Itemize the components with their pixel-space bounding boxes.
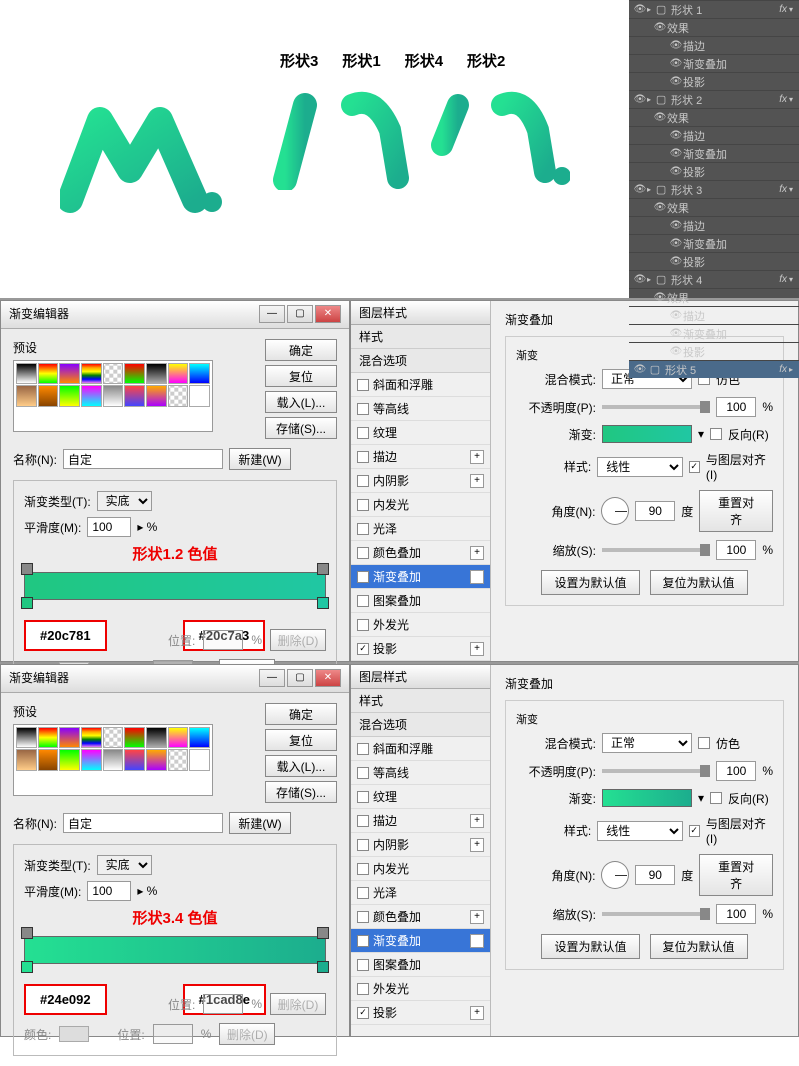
shape-layer-icon: ▢ [653, 3, 669, 17]
shape-label-3: 形状3 [280, 50, 318, 71]
layer-shape1[interactable]: 👁 ▸ ▢ 形状 1 fx▾ [629, 0, 799, 18]
layer-shape4[interactable]: 👁▸▢ 形状 4 fx▾ [629, 270, 799, 288]
style-outer-glow[interactable]: 外发光 [351, 613, 490, 637]
load-button[interactable]: 载入(L)... [265, 391, 337, 413]
effect-stroke[interactable]: 👁描边 [629, 36, 799, 54]
style-texture[interactable]: 纹理 [351, 421, 490, 445]
scale-input[interactable] [716, 540, 756, 560]
style-satin[interactable]: 光泽 [351, 517, 490, 541]
shape-label-4: 形状4 [405, 50, 443, 71]
layer-style-dialog-2: 图层样式 样式 混合选项 斜面和浮雕 等高线 纹理 描边+ 内阴影+ 内发光 光… [350, 664, 799, 1037]
preset-swatches[interactable] [13, 360, 213, 432]
type-select[interactable]: 实底 [97, 855, 152, 875]
blend-header[interactable]: 混合选项 [351, 349, 490, 373]
dialog-titlebar[interactable]: 渐变编辑器 — ▢ ✕ [1, 301, 349, 329]
gradient-bar[interactable] [24, 936, 326, 964]
dialog-titlebar[interactable]: 渐变编辑器 — ▢ ✕ [1, 665, 349, 693]
color-value-1: #20c781 [24, 620, 107, 651]
new-button[interactable]: 新建(W) [229, 448, 291, 470]
logo-m-shape [60, 90, 230, 220]
opacity-input[interactable] [716, 397, 756, 417]
new-button[interactable]: 新建(W) [229, 812, 291, 834]
layers-panel[interactable]: 👁 ▸ ▢ 形状 1 fx▾ 👁效果 👁描边 👁渐变叠加 👁投影 👁▸▢ 形状 … [629, 0, 799, 298]
color-swatch[interactable] [59, 1026, 89, 1042]
style-inner-shadow[interactable]: 内阴影+ [351, 469, 490, 493]
save-button[interactable]: 存储(S)... [265, 417, 337, 439]
annotation-text: 形状3.4 色值 [24, 907, 326, 928]
visibility-icon[interactable]: 👁 [633, 4, 647, 15]
style-color-overlay[interactable]: 颜色叠加+ [351, 541, 490, 565]
align-checkbox[interactable]: ✓ [689, 461, 700, 473]
load-button[interactable]: 载入(L)... [265, 755, 337, 777]
gradient-preview[interactable] [602, 425, 692, 443]
angle-input[interactable] [635, 501, 675, 521]
smooth-input[interactable] [87, 881, 131, 901]
decomposed-shapes [270, 90, 570, 190]
shape-label-2: 形状2 [467, 50, 505, 71]
save-button[interactable]: 存储(S)... [265, 781, 337, 803]
style-list: 图层样式 样式 混合选项 斜面和浮雕 等高线 纹理 描边+ 内阴影+ 内发光 光… [351, 301, 491, 661]
layer-shape2[interactable]: 👁▸▢ 形状 2 fx▾ [629, 90, 799, 108]
opacity-slider[interactable] [602, 405, 710, 409]
name-input[interactable] [63, 449, 223, 469]
layer-shape5-selected[interactable]: 👁▢ 形状 5 fx▸ [629, 360, 799, 378]
delete-button[interactable]: 删除(D) [270, 629, 326, 651]
effect-gradient[interactable]: 👁渐变叠加 [629, 54, 799, 72]
style-select[interactable]: 线性 [597, 457, 682, 477]
logo-canvas: 形状3 形状1 形状4 形状2 [0, 0, 629, 298]
reset-default-button[interactable]: 复位为默认值 [650, 570, 748, 595]
smooth-input[interactable] [87, 517, 131, 537]
style-gradient-overlay[interactable]: ✓渐变叠加+ [351, 565, 490, 589]
style-pattern-overlay[interactable]: 图案叠加 [351, 589, 490, 613]
reverse-checkbox[interactable] [710, 428, 722, 440]
color-value-1: #24e092 [24, 984, 107, 1015]
close-button[interactable]: ✕ [315, 305, 341, 323]
style-contour[interactable]: 等高线 [351, 397, 490, 421]
effect-shadow[interactable]: 👁投影 [629, 72, 799, 90]
type-select[interactable]: 实底 [97, 491, 152, 511]
style-inner-glow[interactable]: 内发光 [351, 493, 490, 517]
gradient-editor-dialog-2: 渐变编辑器 — ▢ ✕ 预设 ⚙ 确定 复位 载入(L)... 存储(S)... [0, 664, 350, 1037]
annotation-text: 形状1.2 色值 [24, 543, 326, 564]
minimize-button[interactable]: — [259, 305, 285, 323]
cancel-button[interactable]: 复位 [265, 365, 337, 387]
scale-slider[interactable] [602, 548, 710, 552]
preset-label: 预设 [13, 339, 37, 356]
ok-button[interactable]: 确定 [265, 703, 337, 725]
style-stroke[interactable]: 描边+ [351, 445, 490, 469]
layer-shape3[interactable]: 👁▸▢ 形状 3 fx▾ [629, 180, 799, 198]
shape-label-1: 形状1 [342, 50, 380, 71]
name-input[interactable] [63, 813, 223, 833]
ok-button[interactable]: 确定 [265, 339, 337, 361]
maximize-button[interactable]: ▢ [287, 669, 313, 687]
style-bevel[interactable]: 斜面和浮雕 [351, 373, 490, 397]
angle-dial[interactable] [601, 497, 629, 525]
name-label: 名称(N): [13, 451, 57, 468]
set-default-button[interactable]: 设置为默认值 [541, 570, 639, 595]
effects-row[interactable]: 👁效果 [629, 18, 799, 36]
minimize-button[interactable]: — [259, 669, 285, 687]
type-label: 渐变类型(T): [24, 493, 91, 510]
style-header[interactable]: 样式 [351, 325, 490, 349]
maximize-button[interactable]: ▢ [287, 305, 313, 323]
gradient-editor-dialog-1: 渐变编辑器 — ▢ ✕ 预设 ⚙ 确定 复位 载入(L)... 存储(S)... [0, 300, 350, 662]
preset-swatches[interactable] [13, 724, 213, 796]
style-drop-shadow[interactable]: ✓投影+ [351, 637, 490, 661]
gradient-bar[interactable] [24, 572, 326, 600]
cancel-button[interactable]: 复位 [265, 729, 337, 751]
shape-labels-row: 形状3 形状1 形状4 形状2 [280, 50, 505, 71]
reset-align-button[interactable]: 重置对齐 [699, 490, 773, 532]
smooth-label: 平滑度(M): [24, 519, 81, 536]
close-button[interactable]: ✕ [315, 669, 341, 687]
